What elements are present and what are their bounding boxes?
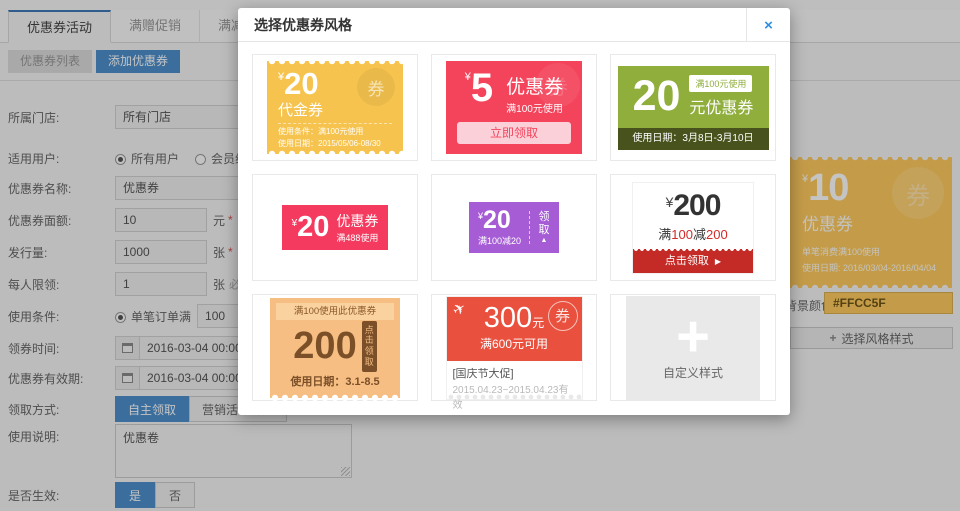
coupon-condition: 满100减200 <box>633 224 753 243</box>
condition-tag: 满100元使用 <box>689 75 752 92</box>
coupon-green: 20 满100元使用 元优惠券 使用日期：3月8日-3月10日 <box>618 66 769 150</box>
cond-number: 200 <box>706 227 728 242</box>
coupon-purple: ¥20 满100减20 领取 ▲ <box>469 202 559 253</box>
coupon-badge-red: ¥20 优惠券 满488使用 <box>282 205 389 250</box>
coupon-amount: 20 <box>297 211 329 243</box>
perforation-top <box>633 247 753 252</box>
coupon-condition: 满100减20 <box>478 234 521 247</box>
claim-now-button[interactable]: 立即领取 <box>457 122 571 144</box>
coupon-orange: 满100使用此优惠券 200 点击领取 使用日期：3.1-8.5 <box>270 298 400 398</box>
coupon-amount: 200 <box>293 327 356 365</box>
coupon-style-cell-yellow[interactable]: 券 ¥20 代金券 使用条件：满100元使用 使用日期：2015/05/06-0… <box>252 54 418 161</box>
perforation-bottom <box>447 394 582 400</box>
coupon-style-cell-red[interactable]: 券 ¥ 5 优惠券 满100元使用 立即领取 <box>431 54 597 161</box>
amount-unit: 元 <box>532 316 544 330</box>
coupon-red: 券 ¥ 5 优惠券 满100元使用 立即领取 <box>446 61 582 154</box>
click-claim-label: 点击领取 <box>665 255 709 267</box>
coupon-style-cell-white-200[interactable]: ¥200 满100减200 点击领取▶ <box>610 174 776 281</box>
modal-title: 选择优惠券风格 <box>238 8 790 42</box>
coupon-amount: 300 <box>484 302 532 334</box>
coupon-condition: 满600元可用 <box>447 335 582 352</box>
coupon-amount: 20 <box>284 66 318 101</box>
coupon-header-strip: 满100使用此优惠券 <box>276 303 394 320</box>
claim-section[interactable]: 领取 ▲ <box>529 211 550 243</box>
coupon-amount: 5 <box>471 69 493 107</box>
coupon-condition: 使用条件：满100元使用 <box>278 126 392 138</box>
coupon-style-grid: 券 ¥20 代金券 使用条件：满100元使用 使用日期：2015/05/06-0… <box>238 42 790 413</box>
coupon-style-cell-custom[interactable]: + 自定义样式 <box>610 294 776 401</box>
coupon-style-modal: 选择优惠券风格 × 券 ¥20 代金券 使用条件：满100元使用 使用日期：20… <box>238 8 790 415</box>
custom-style-label: 自定义样式 <box>663 364 723 381</box>
close-icon[interactable]: × <box>746 8 790 42</box>
coupon-style-cell-red-300[interactable]: ✈ 券 300元 满600元可用 [国庆节大促] 2015.04.23~2015… <box>431 294 597 401</box>
perforation-top <box>267 57 403 65</box>
perforation-bottom <box>270 394 400 402</box>
coupon-badge-icon: 券 <box>536 63 580 107</box>
dashed-divider <box>278 123 392 124</box>
coupon-style-cell-orange[interactable]: 满100使用此优惠券 200 点击领取 使用日期：3.1-8.5 <box>252 294 418 401</box>
coupon-title: 优惠券 <box>336 211 378 231</box>
custom-style-tile: + 自定义样式 <box>626 296 760 400</box>
perforation-bottom <box>267 150 403 158</box>
coupon-condition: 满488使用 <box>336 231 378 244</box>
coupon-style-cell-green[interactable]: 20 满100元使用 元优惠券 使用日期：3月8日-3月10日 <box>610 54 776 161</box>
click-claim-vertical-tag[interactable]: 点击领取 <box>362 321 377 372</box>
coupon-name: 元优惠券 <box>689 94 753 118</box>
cond-number: 100 <box>671 227 693 242</box>
coupon-style-cell-purple[interactable]: ¥20 满100减20 领取 ▲ <box>431 174 597 281</box>
triangle-up-icon: ▲ <box>538 237 550 244</box>
coupon-date-bar: 使用日期：3月8日-3月10日 <box>618 128 769 150</box>
coupon-badge-icon: 券 <box>357 68 395 106</box>
coupon-style-cell-badge-red[interactable]: ¥20 优惠券 满488使用 <box>252 174 418 281</box>
promo-title: [国庆节大促] <box>453 365 576 381</box>
coupon-badge-icon: 券 <box>548 301 578 331</box>
coupon-amount: 20 <box>633 72 681 121</box>
coupon-date: 使用日期：3.1-8.5 <box>276 373 394 389</box>
coupon-yellow: 券 ¥20 代金券 使用条件：满100元使用 使用日期：2015/05/06-0… <box>267 61 403 154</box>
cond-text: 满 <box>658 227 671 242</box>
coupon-red-300: ✈ 券 300元 满600元可用 [国庆节大促] 2015.04.23~2015… <box>446 296 583 400</box>
coupon-white-200: ¥200 满100减200 点击领取▶ <box>632 182 754 274</box>
cond-text: 减 <box>693 227 706 242</box>
coupon-date: 使用日期：2015/05/06-08/30 <box>278 138 392 150</box>
claim-label: 领取 <box>538 211 550 236</box>
arrow-right-icon: ▶ <box>715 257 721 266</box>
plus-icon: + <box>676 314 710 360</box>
coupon-amount: 200 <box>673 189 720 222</box>
modal-header: 选择优惠券风格 × <box>238 8 790 42</box>
click-claim-button[interactable]: 点击领取 ▶ <box>633 249 753 273</box>
coupon-amount: 20 <box>483 206 511 234</box>
